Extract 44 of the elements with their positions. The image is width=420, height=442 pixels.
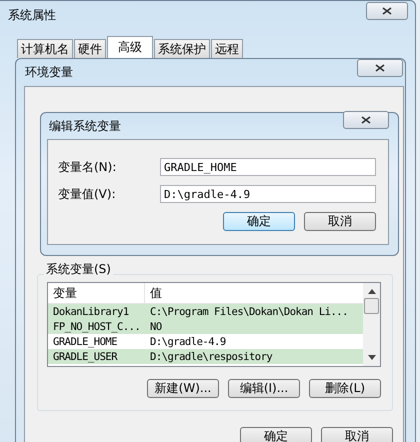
field-label: 变量值(V): [58,186,116,202]
variable-name: GRADLE_USER [52,350,118,362]
tab[interactable]: 远程 [211,39,243,58]
list-row[interactable]: DokanLibrary1 C:\Program Files\Dokan\Dokan Li... [48,304,364,319]
input-field[interactable]: GRADLE_HOME [160,158,376,176]
variable-value: D:\gradle\respository [149,350,272,362]
column-header[interactable]: 变量 [48,283,145,303]
dialog-button[interactable]: 确定 [240,427,312,442]
group-label: 系统变量(S) [44,261,113,278]
dialog-title: 编辑系统变量 [49,118,121,135]
tab[interactable]: 系统保护 [154,39,210,58]
list-row[interactable]: GRADLE_HOME D:\gradle-4.9 [48,334,364,349]
tab[interactable]: 计算机名 [17,39,73,58]
dialog-title: 环境变量 [25,64,73,81]
dialog-button[interactable]: 编辑(I)... [228,379,300,398]
tab[interactable]: 高级 [107,36,153,58]
window-title: 系统属性 [8,7,56,24]
variable-value: D:\gradle-4.9 [149,336,226,348]
close-button[interactable] [366,2,408,20]
close-button[interactable] [357,59,403,77]
input-field[interactable]: D:\gradle-4.9 [160,185,376,203]
variable-value: C:\Program Files\Dokan\Dokan Li... [149,306,348,318]
column-header[interactable]: 值 [145,284,162,302]
list-row[interactable]: GRADLE_USER D:\gradle\respository [48,349,364,364]
variable-name: FP_NO_HOST_C... [52,320,142,332]
variable-name: DokanLibrary1 [52,306,130,318]
scrollbar[interactable] [363,283,380,366]
scrollbar-thumb[interactable] [364,298,379,314]
tab[interactable]: 硬件 [74,39,106,58]
close-icon [361,116,371,124]
variable-name: GRADLE_HOME [52,336,118,348]
dialog-button[interactable]: 取消 [304,212,376,231]
dialog-button[interactable]: 删除(L) [309,379,381,398]
list-row[interactable]: FP_NO_HOST_C... NO [48,319,364,334]
variable-value: NO [149,320,162,332]
dialog-button[interactable]: 新建(W)... [147,379,219,398]
close-icon [375,64,385,72]
dialog-button[interactable]: 确定 [223,212,295,231]
scroll-down-icon[interactable] [368,355,376,360]
close-icon [382,7,392,15]
field-label: 变量名(N): [58,158,116,176]
dialog-button[interactable]: 取消 [321,427,393,442]
close-button[interactable] [343,111,389,129]
scroll-up-icon[interactable] [368,289,376,294]
